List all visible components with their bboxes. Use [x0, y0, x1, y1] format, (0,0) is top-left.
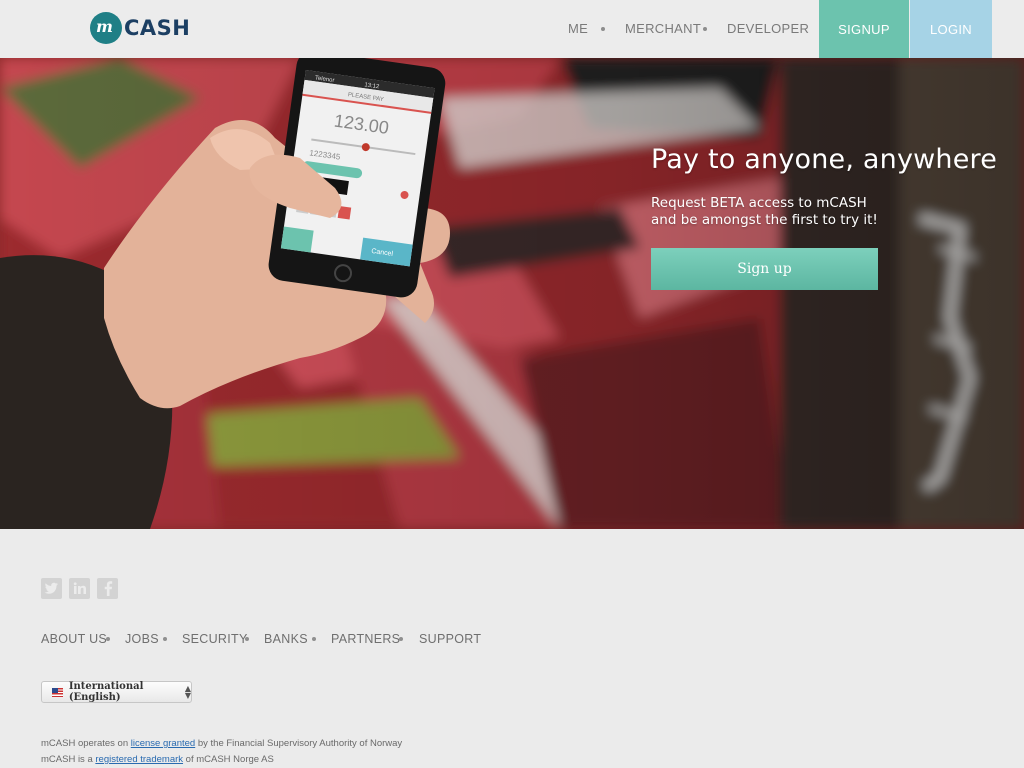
- nav-separator: [703, 27, 707, 31]
- nav-separator: [601, 27, 605, 31]
- registered-trademark-link[interactable]: registered trademark: [95, 754, 183, 765]
- legal-trademark-text: mCASH is a registered trademark of mCASH…: [41, 754, 274, 765]
- linkedin-icon[interactable]: [69, 578, 90, 599]
- language-label: International (English): [68, 681, 144, 703]
- footer-separator: [106, 637, 110, 641]
- nav-merchant[interactable]: MERCHANT: [625, 21, 701, 36]
- footer-link-partners[interactable]: PARTNERS: [331, 632, 400, 646]
- footer-separator: [312, 637, 316, 641]
- footer-link-security[interactable]: SECURITY: [182, 632, 248, 646]
- hero-banner: Telenor 13:12 PLEASE PAY 123.00 1223345 …: [0, 58, 1024, 529]
- select-arrows-icon: ▲ ▼: [184, 683, 191, 700]
- twitter-icon[interactable]: [41, 578, 62, 599]
- footer-link-about-us[interactable]: ABOUT US: [41, 632, 107, 646]
- logo-badge-icon: m: [90, 12, 122, 44]
- hero-background-image: Telenor 13:12 PLEASE PAY 123.00 1223345 …: [0, 58, 1024, 529]
- hero-subtitle-line-1: Request BETA access to mCASH: [651, 195, 867, 211]
- legal-trademark-prefix: mCASH is a: [41, 754, 96, 765]
- top-header: m CASH ME MERCHANT DEVELOPER SIGNUP LOGI…: [0, 0, 1024, 58]
- legal-license-prefix: mCASH operates on: [41, 738, 131, 749]
- login-button[interactable]: LOGIN: [910, 0, 992, 58]
- footer-link-jobs[interactable]: JOBS: [125, 632, 159, 646]
- legal-trademark-suffix: of mCASH Norge AS: [183, 754, 274, 765]
- nav-me[interactable]: ME: [568, 21, 588, 36]
- hero-subtitle-line-2: and be amongst the first to try it!: [651, 212, 878, 228]
- footer-link-banks[interactable]: BANKS: [264, 632, 308, 646]
- mcash-logo[interactable]: m CASH: [90, 12, 190, 44]
- logo-text: CASH: [124, 16, 191, 40]
- license-granted-link[interactable]: license granted: [131, 738, 195, 749]
- footer-separator: [163, 637, 167, 641]
- footer-separator: [399, 637, 403, 641]
- hero-signup-button[interactable]: Sign up: [651, 248, 878, 290]
- legal-license-suffix: by the Financial Supervisory Authority o…: [195, 738, 403, 749]
- nav-developer[interactable]: DEVELOPER: [727, 21, 809, 36]
- footer-separator: [245, 637, 249, 641]
- hero-title: Pay to anyone, anywhere: [651, 144, 998, 175]
- legal-license-text: mCASH operates on license granted by the…: [41, 738, 402, 749]
- signup-button[interactable]: SIGNUP: [819, 0, 909, 58]
- us-flag-icon: [52, 687, 63, 697]
- language-select[interactable]: International (English) ▲ ▼: [41, 681, 192, 703]
- facebook-icon[interactable]: [97, 578, 118, 599]
- footer-link-support[interactable]: SUPPORT: [419, 632, 481, 646]
- hero-subtitle: Request BETA access to mCASH and be amon…: [651, 195, 911, 229]
